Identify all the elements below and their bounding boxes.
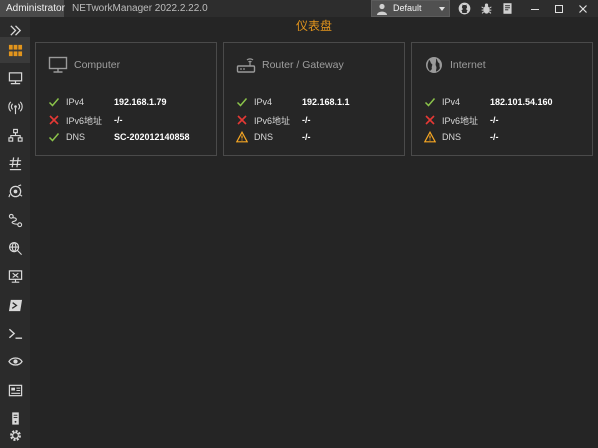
close-button[interactable] bbox=[572, 0, 594, 17]
maximize-icon bbox=[555, 4, 563, 13]
ipv6-row: IPv6地址 -/- bbox=[236, 113, 311, 127]
monitor-icon bbox=[48, 56, 68, 73]
row-value: 182.101.54.160 bbox=[490, 97, 553, 107]
page-title: 仪表盘 bbox=[295, 19, 332, 33]
sidebar-item-vnc[interactable] bbox=[0, 377, 30, 403]
sidebar-item-dashboard[interactable] bbox=[0, 37, 30, 63]
warning-icon bbox=[236, 131, 248, 143]
dashboard-icon bbox=[8, 44, 22, 56]
sidebar-item-powershell[interactable] bbox=[0, 292, 30, 318]
ipv6-row: IPv6地址 -/- bbox=[424, 113, 499, 127]
port-scanner-icon bbox=[7, 183, 22, 197]
sidebar-item-terminal[interactable] bbox=[0, 320, 30, 346]
row-label: IPv6地址 bbox=[442, 115, 479, 126]
document-icon[interactable] bbox=[501, 2, 514, 15]
card-title: Internet bbox=[450, 59, 486, 71]
app-title: NETworkManager 2022.2.22.0 bbox=[72, 3, 208, 14]
warning-icon bbox=[424, 131, 436, 143]
sidebar-item-discovery[interactable] bbox=[0, 348, 30, 374]
row-label: DNS bbox=[254, 132, 274, 142]
check-icon bbox=[48, 98, 60, 107]
sidebar-item-remote-desktop[interactable] bbox=[0, 263, 30, 289]
eye-icon bbox=[7, 356, 23, 366]
administrator-badge: Administrator bbox=[0, 0, 65, 17]
dns-row: DNS -/- bbox=[236, 130, 311, 144]
profile-label: Default bbox=[393, 3, 422, 13]
sidebar-item-ip-scanner[interactable] bbox=[0, 122, 30, 148]
ipv4-row: IPv4 192.168.1.79 bbox=[48, 95, 167, 109]
sidebar-item-settings[interactable] bbox=[0, 422, 30, 448]
globe-icon bbox=[426, 57, 442, 73]
dns-row: DNS -/- bbox=[424, 130, 499, 144]
row-value: -/- bbox=[490, 115, 499, 125]
row-value: -/- bbox=[114, 115, 123, 125]
bug-icon[interactable] bbox=[480, 2, 493, 15]
row-value: 192.168.1.1 bbox=[302, 97, 350, 107]
check-icon bbox=[424, 98, 436, 107]
sidebar-item-wifi[interactable] bbox=[0, 94, 30, 120]
cross-icon bbox=[425, 115, 435, 125]
row-label: IPv6地址 bbox=[66, 115, 103, 126]
sidebar-item-dns-lookup[interactable] bbox=[0, 235, 30, 261]
row-label: IPv6地址 bbox=[254, 115, 291, 126]
expand-chevrons-icon bbox=[9, 24, 21, 36]
ipv4-row: IPv4 192.168.1.1 bbox=[236, 95, 350, 109]
check-icon bbox=[48, 133, 60, 142]
row-value: -/- bbox=[302, 132, 311, 142]
ipv4-row: IPv4 182.101.54.160 bbox=[424, 95, 553, 109]
dns-row: DNS SC-202012140858 bbox=[48, 130, 190, 144]
row-value: -/- bbox=[490, 132, 499, 142]
internet-card: Internet IPv4 182.101.54.160 IPv6地址 -/- … bbox=[411, 42, 593, 156]
subnet-hash-icon bbox=[8, 156, 21, 170]
row-label: IPv4 bbox=[254, 97, 273, 107]
row-label: DNS bbox=[442, 132, 462, 142]
sidebar-item-traceroute[interactable] bbox=[0, 207, 30, 233]
row-label: IPv4 bbox=[66, 97, 85, 107]
wifi-icon bbox=[7, 100, 23, 114]
row-value: -/- bbox=[302, 115, 311, 125]
chevron-down-icon bbox=[439, 7, 445, 11]
row-label: DNS bbox=[66, 132, 86, 142]
minimize-button[interactable] bbox=[524, 0, 546, 17]
maximize-button[interactable] bbox=[548, 0, 570, 17]
sidebar-item-port-scanner[interactable] bbox=[0, 178, 30, 204]
user-icon bbox=[377, 3, 387, 15]
remote-desktop-icon bbox=[8, 269, 22, 283]
network-interface-icon bbox=[8, 71, 22, 84]
router-icon bbox=[236, 58, 256, 73]
check-icon bbox=[236, 98, 248, 107]
ip-scanner-icon bbox=[7, 128, 23, 142]
dns-lookup-icon bbox=[8, 241, 22, 255]
terminal-icon bbox=[8, 328, 22, 339]
sidebar-item-network-interface[interactable] bbox=[0, 65, 30, 91]
tigervnc-icon bbox=[8, 384, 22, 396]
minimize-icon bbox=[531, 8, 539, 10]
cross-icon bbox=[49, 115, 59, 125]
computer-card: Computer IPv4 192.168.1.79 IPv6地址 -/- DN… bbox=[35, 42, 217, 156]
sidebar-item-subnet-calculator[interactable] bbox=[0, 150, 30, 176]
row-value: SC-202012140858 bbox=[114, 132, 190, 142]
card-title: Router / Gateway bbox=[262, 59, 344, 71]
router-gateway-card: Router / Gateway IPv4 192.168.1.1 IPv6地址… bbox=[223, 42, 405, 156]
settings-gear-icon bbox=[9, 429, 21, 441]
title-bar: Administrator NETworkManager 2022.2.22.0… bbox=[0, 0, 598, 17]
row-value: 192.168.1.79 bbox=[114, 97, 167, 107]
powershell-icon bbox=[8, 299, 22, 311]
cross-icon bbox=[237, 115, 247, 125]
close-icon bbox=[579, 4, 587, 13]
row-label: IPv4 bbox=[442, 97, 461, 107]
ipv6-row: IPv6地址 -/- bbox=[48, 113, 123, 127]
card-title: Computer bbox=[74, 59, 121, 71]
profile-selector[interactable]: Default bbox=[371, 0, 450, 17]
traceroute-icon bbox=[8, 213, 22, 227]
github-icon[interactable] bbox=[458, 2, 471, 15]
sidebar bbox=[0, 17, 30, 448]
